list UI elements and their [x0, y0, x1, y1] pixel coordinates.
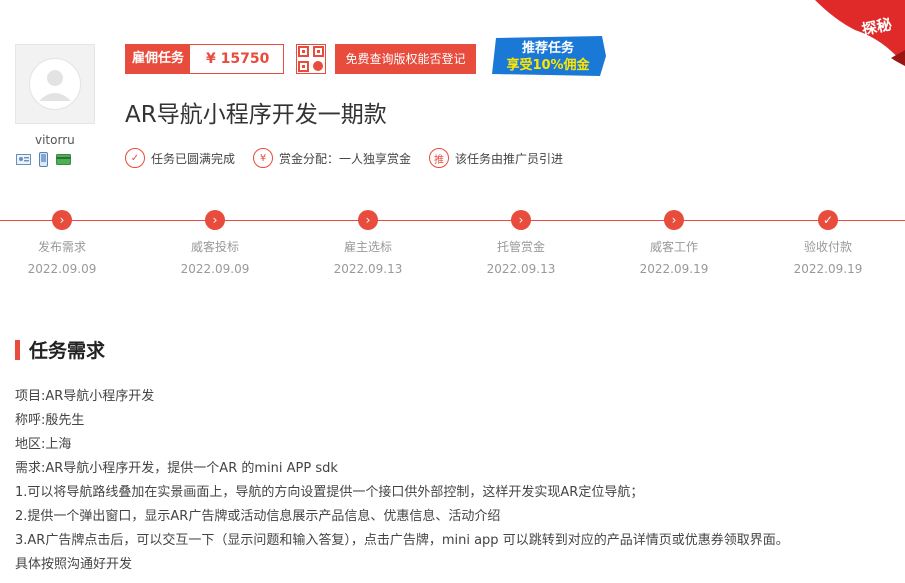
feature-completed: ✓ 任务已圆满完成	[125, 148, 235, 168]
task-type-label: 雇佣任务	[126, 45, 191, 73]
step-name: 雇主选标	[343, 240, 392, 254]
requirement-line: 具体按照沟通好开发	[15, 557, 133, 572]
step-date: 2022.09.19	[639, 262, 709, 276]
price-box: 雇佣任务 ¥ 15750	[125, 44, 285, 74]
feature-text: 赏金分配：一人独享赏金	[279, 151, 412, 166]
task-title: AR导航小程序开发一期款	[125, 102, 387, 128]
timeline-step: › 托管赏金 2022.09.13	[471, 210, 571, 276]
explore-corner-ribbon[interactable]: 探秘	[815, 0, 905, 66]
step-name: 威客工作	[649, 240, 698, 254]
feature-promoter: 推 该任务由推广员引进	[429, 148, 563, 168]
qr-code-icon[interactable]	[296, 44, 326, 74]
phone-icon	[39, 152, 48, 167]
requirements-body: 项目:AR导航小程序开发 称呼:殷先生 地区:上海 需求:AR导航小程序开发，提…	[15, 385, 789, 577]
requirement-line: 需求:AR导航小程序开发，提供一个AR 的mini APP sdk	[15, 461, 338, 476]
step-date: 2022.09.09	[180, 262, 250, 276]
step-name: 威客投标	[190, 240, 239, 254]
timeline-step: › 发布需求 2022.09.09	[12, 210, 112, 276]
copyright-check-button[interactable]: 免费查询版权能否登记	[335, 44, 476, 74]
step-date: 2022.09.13	[333, 262, 403, 276]
step-name: 托管赏金	[496, 240, 545, 254]
step-date: 2022.09.13	[486, 262, 556, 276]
requirements-heading: 任务需求	[29, 340, 106, 362]
user-avatar[interactable]	[15, 44, 95, 124]
arrow-right-icon: ›	[664, 210, 684, 230]
feature-text: 任务已圆满完成	[151, 151, 236, 166]
avatar-placeholder-icon	[29, 58, 81, 110]
heading-accent-bar	[15, 339, 20, 360]
step-date: 2022.09.19	[793, 262, 863, 276]
check-icon: ✓	[818, 210, 838, 230]
bank-card-icon	[56, 154, 71, 165]
timeline-line	[0, 220, 905, 221]
timeline-step: ✓ 验收付款 2022.09.19	[778, 210, 878, 276]
feature-text: 该任务由推广员引进	[455, 151, 564, 166]
requirement-line: 地区:上海	[15, 437, 72, 452]
timeline-step: › 雇主选标 2022.09.13	[318, 210, 418, 276]
requirement-line: 称呼:殷先生	[15, 413, 85, 428]
arrow-right-icon: ›	[205, 210, 225, 230]
check-circle-icon: ✓	[125, 148, 145, 168]
requirement-line: 3.AR广告牌点击后，可以交互一下（显示问题和输入答复），点击广告牌，mini …	[15, 533, 789, 548]
feature-reward-split: ¥ 赏金分配：一人独享赏金	[253, 148, 411, 168]
id-card-icon	[16, 154, 31, 165]
task-features: ✓ 任务已圆满完成 ¥ 赏金分配：一人独享赏金 推 该任务由推广员引进	[125, 148, 581, 168]
yen-circle-icon: ¥	[253, 148, 274, 168]
task-price: ¥ 15750	[190, 45, 284, 73]
step-name: 验收付款	[803, 240, 852, 254]
section-heading: 任务需求	[15, 336, 105, 363]
promo-line1: 推荐任务	[522, 40, 575, 56]
arrow-right-icon: ›	[358, 210, 378, 230]
requirement-line: 1.可以将导航路线叠加在实景画面上，导航的方向设置提供一个接口供外部控制，这样开…	[15, 485, 644, 500]
timeline-step: › 威客投标 2022.09.09	[165, 210, 265, 276]
arrow-right-icon: ›	[511, 210, 531, 230]
recommend-task-promo-badge[interactable]: 推荐任务 享受10%佣金	[490, 36, 608, 76]
promo-line2: 享受10%佣金	[506, 57, 590, 73]
timeline-step: › 威客工作 2022.09.19	[624, 210, 724, 276]
recommend-circle-icon: 推	[429, 148, 450, 168]
requirement-line: 项目:AR导航小程序开发	[15, 389, 155, 404]
username[interactable]: vitorru	[35, 133, 75, 147]
step-name: 发布需求	[37, 240, 86, 254]
arrow-right-icon: ›	[52, 210, 72, 230]
step-date: 2022.09.09	[27, 262, 97, 276]
verification-icons	[16, 152, 71, 167]
requirement-line: 2.提供一个弹出窗口，显示AR广告牌或活动信息展示产品信息、优惠信息、活动介绍	[15, 509, 501, 524]
